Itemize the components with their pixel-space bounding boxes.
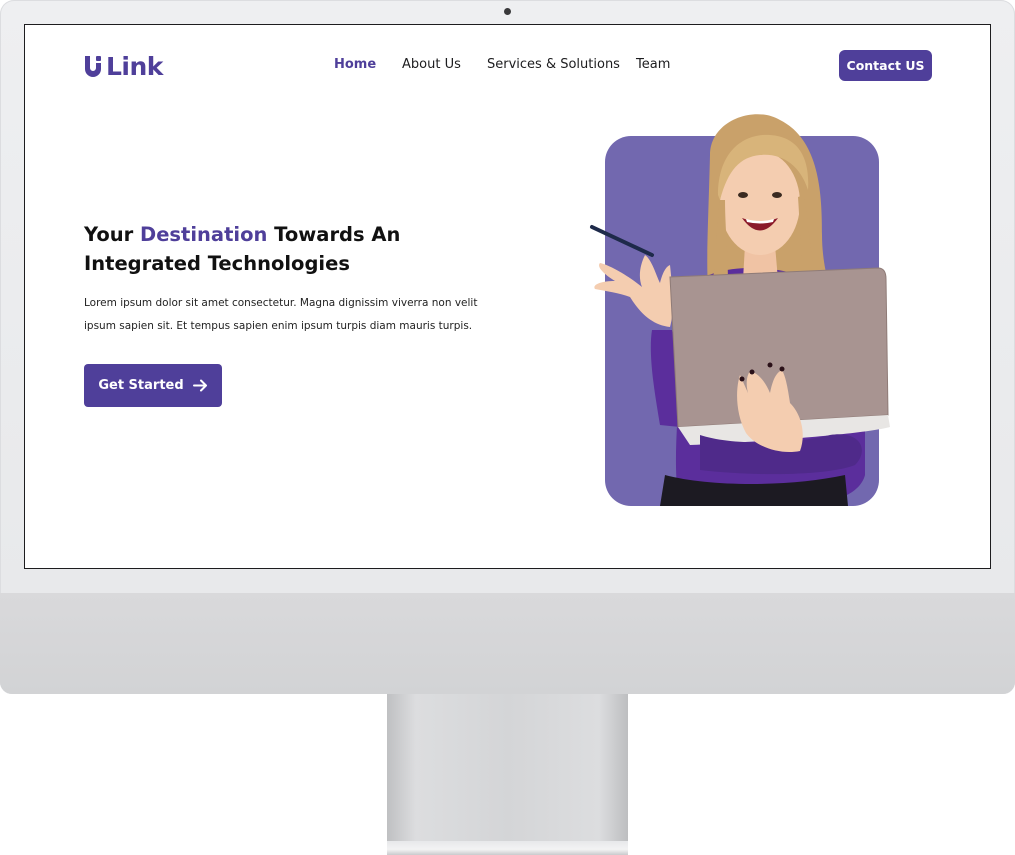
hero-description-line-2: ipsum sapien sit. Et tempus sapien enim … [84, 320, 473, 332]
screen: Link Home About Us Services & Solutions … [24, 24, 991, 569]
nav-item-team[interactable]: Team [636, 57, 670, 72]
hero-title: Your Destination Towards An Integrated T… [84, 220, 514, 278]
camera-dot [504, 8, 511, 15]
monitor-stand-base [387, 841, 628, 855]
get-started-label: Get Started [98, 378, 184, 393]
nav-item-about-us[interactable]: About Us [402, 57, 461, 72]
contact-us-button[interactable]: Contact US [839, 50, 932, 81]
hero-title-prefix: Your [84, 223, 141, 246]
nav-item-services-solutions[interactable]: Services & Solutions [487, 57, 620, 72]
monitor-chin [0, 593, 1015, 694]
get-started-button[interactable]: Get Started [84, 364, 222, 407]
nav-item-home[interactable]: Home [334, 57, 376, 72]
hero-title-accent: Destination [140, 223, 268, 246]
hero-description: Lorem ipsum dolor sit amet consectetur. … [84, 292, 494, 338]
monitor-frame: Link Home About Us Services & Solutions … [0, 0, 1015, 694]
woman-holding-laptop-image [590, 114, 890, 506]
monitor-stand [387, 694, 628, 841]
hero-description-line-1: Lorem ipsum dolor sit amet consectetur. … [84, 297, 478, 309]
arrow-right-icon [192, 379, 207, 392]
